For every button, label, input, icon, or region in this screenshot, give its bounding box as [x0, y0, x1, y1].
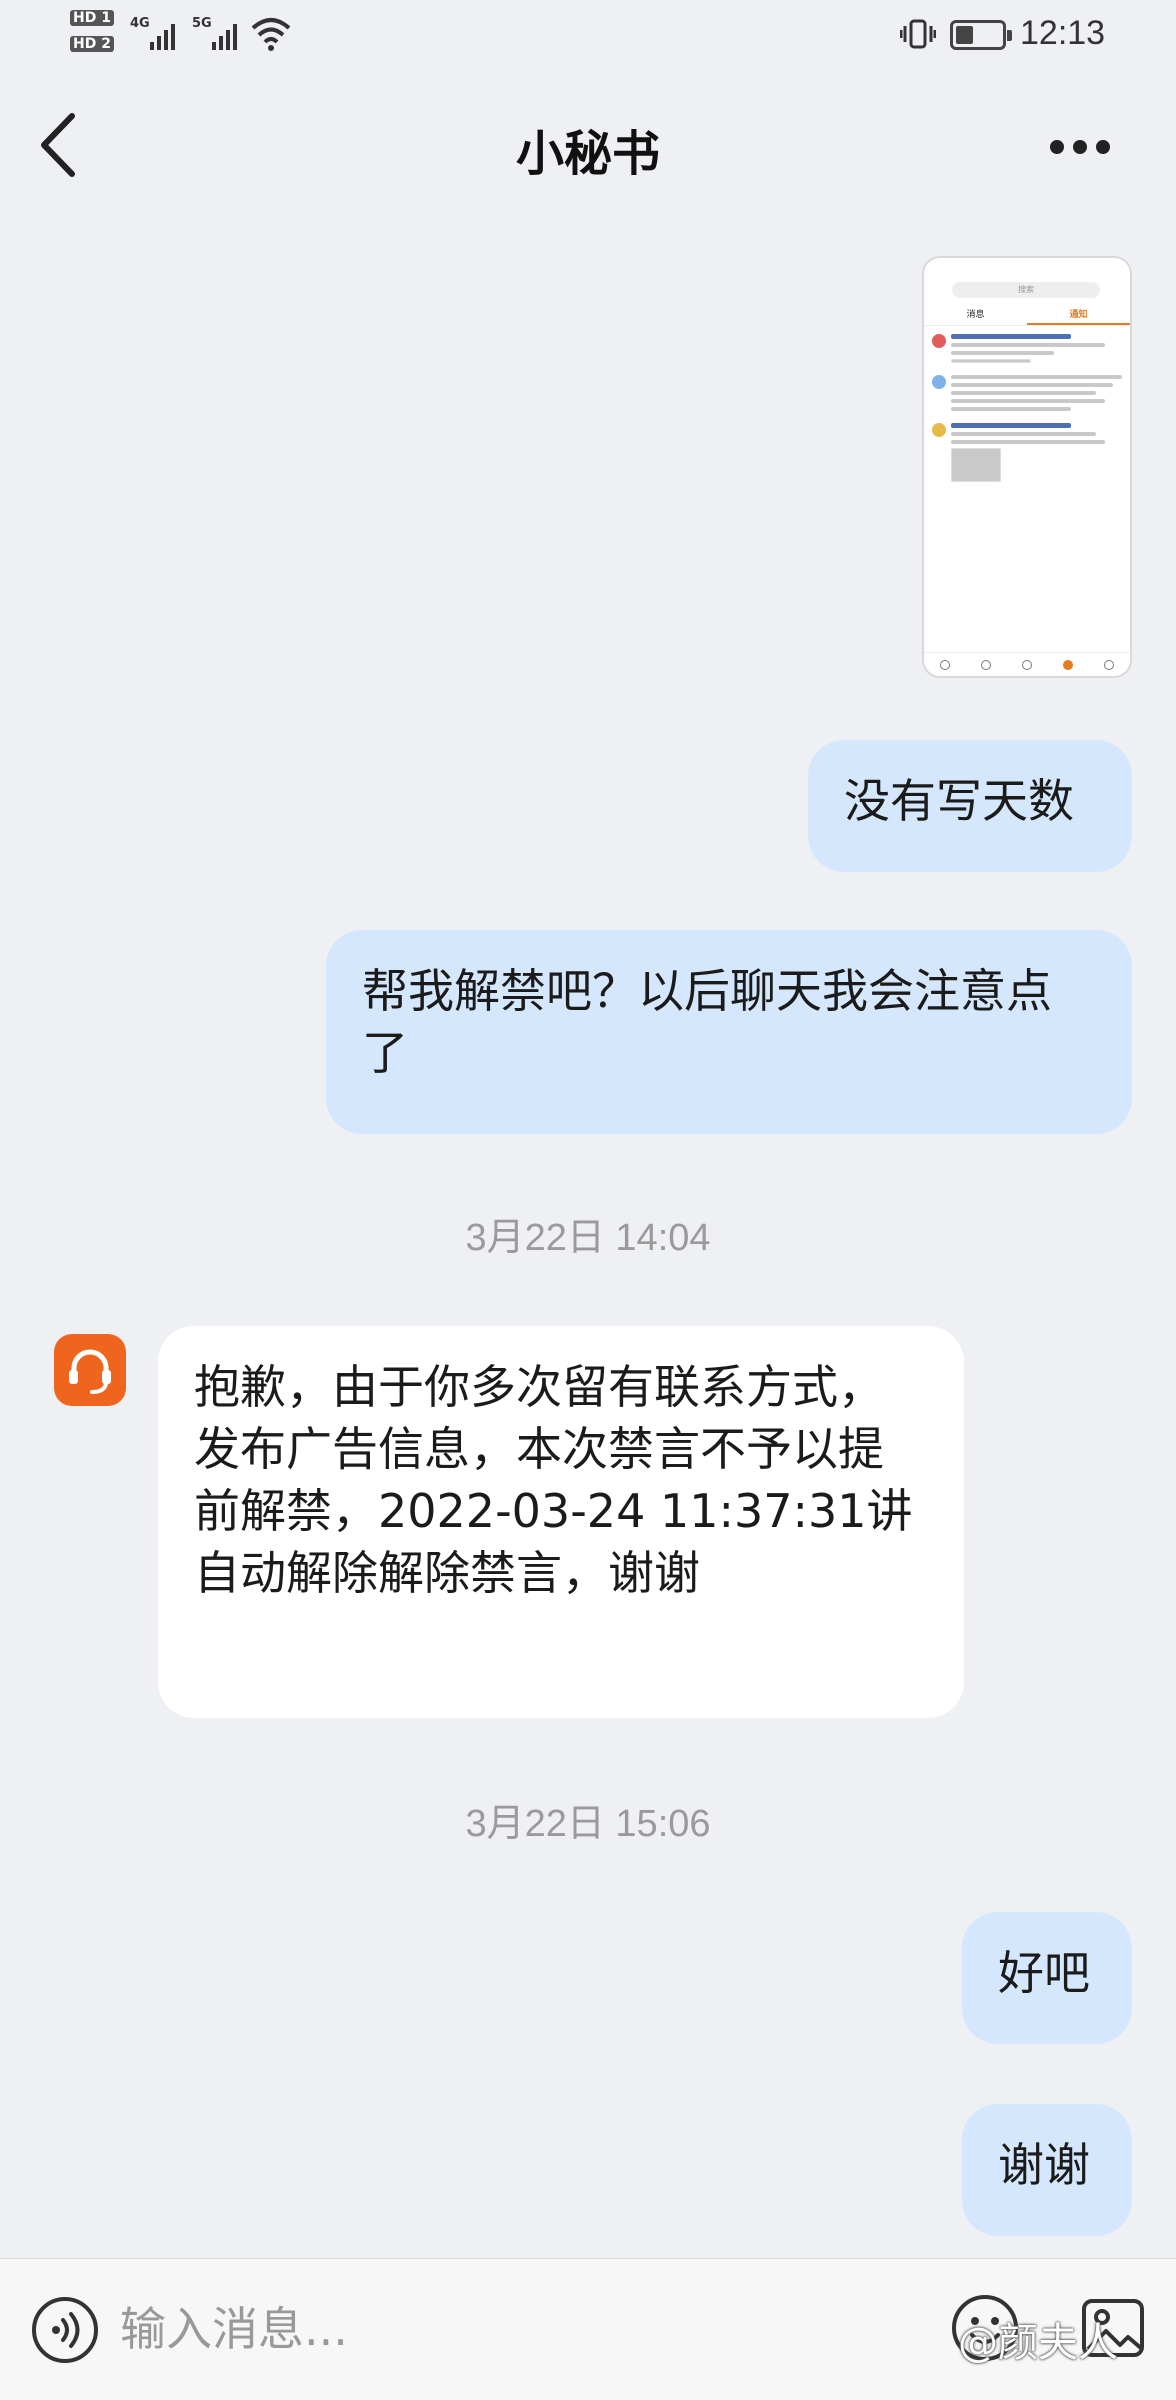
- status-bar: HD 1 HD 2 4G 5G 12:13: [0, 0, 1176, 76]
- thumbnail-tab-notifications: 通知: [1027, 304, 1130, 325]
- message-bubble-outgoing[interactable]: 没有写天数: [808, 740, 1132, 872]
- timestamp: 3月22日 14:04: [465, 1217, 711, 1259]
- message-bubble-outgoing[interactable]: 帮我解禁吧？以后聊天我会注意点了: [326, 930, 1132, 1134]
- wifi-icon: [251, 18, 291, 51]
- thumbnail-tabs: 消息 通知: [924, 304, 1130, 326]
- message-bubble-outgoing[interactable]: 谢谢: [962, 2104, 1132, 2236]
- network-type-1: 4G: [130, 16, 150, 31]
- network-type-2: 5G: [192, 16, 212, 31]
- thumbnail-search: 搜索: [952, 282, 1100, 298]
- signal-icon-2: [212, 18, 242, 50]
- thumbnail-item: [932, 423, 1122, 486]
- voice-icon[interactable]: [30, 2295, 100, 2365]
- headset-icon[interactable]: [54, 1334, 126, 1406]
- sim1-label: HD 1: [70, 10, 114, 26]
- more-icon[interactable]: [1040, 120, 1120, 170]
- battery-icon: [950, 20, 1012, 50]
- page-title: 小秘书: [515, 126, 660, 182]
- thumbnail-tab-messages: 消息: [966, 310, 985, 320]
- watermark: @颜夫人: [958, 2320, 1118, 2366]
- message-input[interactable]: [120, 2289, 900, 2369]
- thumbnail-item: [932, 375, 1122, 415]
- signal-icon: [150, 18, 180, 50]
- message-bubble-incoming[interactable]: 抱歉，由于你多次留有联系方式，发布广告信息，本次禁言不予以提前解禁，2022-0…: [158, 1326, 964, 1718]
- clock: 12:13: [1020, 14, 1106, 52]
- sim-indicators: HD 1 HD 2: [70, 6, 117, 58]
- message-bubble-outgoing[interactable]: 好吧: [962, 1912, 1132, 2044]
- thumbnail-nav: [924, 652, 1130, 676]
- sim2-label: HD 2: [70, 36, 114, 52]
- timestamp: 3月22日 15:06: [465, 1803, 711, 1845]
- image-message-thumbnail[interactable]: 搜索 消息 通知: [922, 256, 1132, 678]
- thumbnail-item: [932, 334, 1122, 367]
- chat-header: 小秘书: [0, 80, 1176, 210]
- vibrate-icon: [900, 19, 936, 49]
